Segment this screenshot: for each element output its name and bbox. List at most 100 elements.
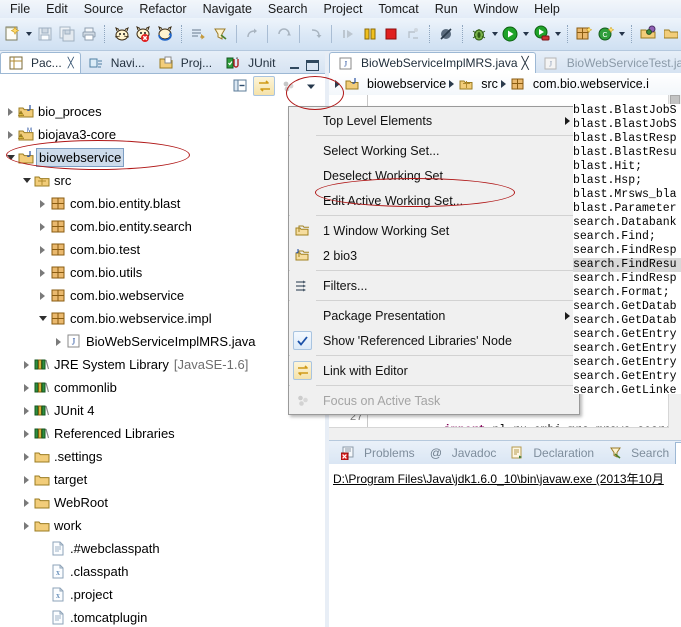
minimize-icon[interactable] xyxy=(289,61,300,70)
bottom-tab-bar[interactable]: Problems @ Javadoc Declaration Search xyxy=(329,440,681,464)
menu-navigate[interactable]: Navigate xyxy=(195,1,260,17)
menu-search[interactable]: Search xyxy=(260,1,316,17)
view-menu-items[interactable]: Top Level Elements Select Working Set... D… xyxy=(289,108,579,413)
tree-item-junit-4[interactable]: JUnit 4 xyxy=(0,399,325,422)
tree-item-target[interactable]: target xyxy=(0,468,325,491)
menu-item-show-referenced-libraries-node[interactable]: Show 'Referenced Libraries' Node xyxy=(289,328,579,353)
package-explorer-view-menu[interactable]: Top Level Elements Select Working Set... D… xyxy=(288,106,580,415)
view-min-max-controls[interactable] xyxy=(289,60,325,73)
menu-refactor[interactable]: Refactor xyxy=(131,1,194,17)
tab-navigator[interactable]: Navi... xyxy=(81,53,151,73)
new-wizard-dropdown-icon[interactable] xyxy=(25,23,34,45)
tree-item-commonlib[interactable]: commonlib xyxy=(0,376,325,399)
tree-item-work[interactable]: work xyxy=(0,514,325,537)
menu-edit[interactable]: Edit xyxy=(38,1,76,17)
run-server-icon[interactable] xyxy=(531,23,552,45)
tree-item-com-bio-entity-blast[interactable]: com.bio.entity.blast xyxy=(0,192,325,215)
open-folder-icon[interactable] xyxy=(660,23,681,45)
tree-item-com-bio-test[interactable]: com.bio.test xyxy=(0,238,325,261)
twisty-expanded-icon[interactable] xyxy=(20,169,33,192)
tab-search-results[interactable]: Search xyxy=(600,442,675,463)
menu-run[interactable]: Run xyxy=(427,1,466,17)
twisty-collapsed-icon[interactable] xyxy=(20,514,33,537)
tomcat-start-icon[interactable] xyxy=(111,23,132,45)
menu-project[interactable]: Project xyxy=(316,1,371,17)
menu-bar[interactable]: File Edit Source Refactor Navigate Searc… xyxy=(0,0,681,18)
menu-help[interactable]: Help xyxy=(526,1,568,17)
menu-item-deselect-working-set[interactable]: Deselect Working Set xyxy=(289,163,579,188)
main-toolbar[interactable]: C xyxy=(0,18,681,51)
tree-item-webroot[interactable]: WebRoot xyxy=(0,491,325,514)
package-explorer-toolbar[interactable] xyxy=(0,73,325,98)
menu-file[interactable]: File xyxy=(2,1,38,17)
twisty-collapsed-icon[interactable] xyxy=(36,238,49,261)
debug-icon[interactable] xyxy=(469,23,490,45)
twisty-collapsed-icon[interactable] xyxy=(52,330,65,353)
tab-problems[interactable]: Problems xyxy=(333,442,421,463)
tree-item--webclasspath[interactable]: .#webclasspath xyxy=(0,537,325,560)
twisty-collapsed-icon[interactable] xyxy=(36,192,49,215)
tree-item-biowebserviceimplmrs-java[interactable]: J BioWebServiceImplMRS.java xyxy=(0,330,325,353)
tree-item-src[interactable]: src xyxy=(0,169,325,192)
menu-item-top-level-elements[interactable]: Top Level Elements xyxy=(289,108,579,133)
skip-breakpoints-icon[interactable] xyxy=(436,23,457,45)
tab-javadoc[interactable]: @ Javadoc xyxy=(421,442,503,463)
suspend-icon[interactable] xyxy=(359,23,380,45)
twisty-collapsed-icon[interactable] xyxy=(20,445,33,468)
twisty-collapsed-icon[interactable] xyxy=(36,261,49,284)
breadcrumb-item-package[interactable]: com.bio.webservice.i xyxy=(533,77,649,91)
new-package-icon[interactable] xyxy=(574,23,595,45)
run-server-dropdown-icon[interactable] xyxy=(553,23,562,45)
tomcat-restart-icon[interactable] xyxy=(155,23,176,45)
twisty-collapsed-icon[interactable] xyxy=(36,215,49,238)
tree-item-bio-proces[interactable]: bio_proces xyxy=(0,100,325,123)
tree-item-com-bio-entity-search[interactable]: com.bio.entity.search xyxy=(0,215,325,238)
menu-item-link-with-editor[interactable]: Link with Editor xyxy=(289,358,579,383)
debug-dropdown-icon[interactable] xyxy=(490,23,499,45)
menu-item-1-window-working-set[interactable]: 1 Window Working Set xyxy=(289,218,579,243)
tree-item--classpath[interactable]: x .classpath xyxy=(0,560,325,583)
collapse-all-icon[interactable] xyxy=(230,77,250,95)
breadcrumb-item-project[interactable]: biowebservice xyxy=(367,77,446,91)
menu-item-2-bio3[interactable]: 2 bio3 xyxy=(289,243,579,268)
editor-tab-bar[interactable]: J BioWebServiceImplMRS.java ╳ J BioWebSe… xyxy=(329,51,681,73)
tree-item-biojava3-core[interactable]: Mbiojava3-core xyxy=(0,123,325,146)
tab-declaration[interactable]: Declaration xyxy=(502,442,600,463)
menu-item-filters[interactable]: Filters... xyxy=(289,273,579,298)
tab-junit[interactable]: JUnit xyxy=(218,53,281,73)
twisty-collapsed-icon[interactable] xyxy=(36,284,49,307)
run-dropdown-icon[interactable] xyxy=(522,23,531,45)
close-icon[interactable]: ╳ xyxy=(68,58,74,69)
breadcrumb-item-src[interactable]: src xyxy=(481,77,498,91)
new-class-icon[interactable]: C xyxy=(596,23,617,45)
terminate-icon[interactable] xyxy=(381,23,402,45)
tree-item--settings[interactable]: .settings xyxy=(0,445,325,468)
tab-package-explorer[interactable]: Pac... ╳ xyxy=(0,52,81,73)
project-tree[interactable]: bio_proces Mbiojava3-core biowebservice src… xyxy=(0,98,325,627)
twisty-collapsed-icon[interactable] xyxy=(4,100,17,123)
maximize-icon[interactable] xyxy=(306,60,319,71)
run-icon[interactable] xyxy=(500,23,521,45)
menu-item-edit-active-working-set[interactable]: Edit Active Working Set... xyxy=(289,188,579,213)
twisty-collapsed-icon[interactable] xyxy=(20,468,33,491)
close-icon[interactable]: ╳ xyxy=(522,56,529,70)
menu-window[interactable]: Window xyxy=(466,1,526,17)
tree-item-referenced-libraries[interactable]: Referenced Libraries xyxy=(0,422,325,445)
tree-item-jre-system-library[interactable]: JRE System Library [JavaSE-1.6] xyxy=(0,353,325,376)
tab-project-explorer[interactable]: Proj... xyxy=(151,53,218,73)
twisty-collapsed-icon[interactable] xyxy=(20,491,33,514)
tomcat-stop-icon[interactable] xyxy=(133,23,154,45)
tree-item--project[interactable]: x .project xyxy=(0,583,325,606)
twisty-expanded-icon[interactable] xyxy=(36,307,49,330)
focus-active-task-icon[interactable] xyxy=(278,77,298,95)
editor-horizontal-scrollbar[interactable] xyxy=(329,427,669,440)
tab-console[interactable]: Con xyxy=(675,441,681,464)
new-class-dropdown-icon[interactable] xyxy=(618,23,627,45)
link-with-editor-icon[interactable] xyxy=(253,76,275,96)
menu-item-package-presentation[interactable]: Package Presentation xyxy=(289,303,579,328)
twisty-collapsed-icon[interactable] xyxy=(20,376,33,399)
twisty-collapsed-icon[interactable] xyxy=(20,422,33,445)
twisty-expanded-icon[interactable] xyxy=(4,146,17,169)
menu-item-select-working-set[interactable]: Select Working Set... xyxy=(289,138,579,163)
menu-tomcat[interactable]: Tomcat xyxy=(370,1,426,17)
